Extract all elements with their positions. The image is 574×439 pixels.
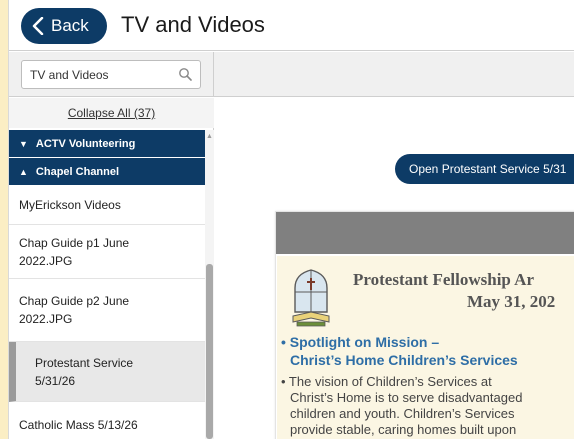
document-heading: • Spotlight on Mission – Christ’s Home C… <box>281 333 518 369</box>
toolbar <box>9 52 574 97</box>
sidebar-item-label-line2: 2022.JPG <box>19 312 73 326</box>
sidebar-item-chap-guide-p1[interactable]: Chap Guide p1 June 2022.JPG <box>9 225 205 279</box>
back-button-label: Back <box>51 16 89 35</box>
sidebar-group-actv-volunteering[interactable]: ▼ ACTV Volunteering <box>9 130 205 157</box>
sidebar-item-label: MyErickson Videos <box>19 198 121 212</box>
document-paragraph: • The vision of Children’s Services at C… <box>281 374 522 438</box>
document-paragraph-line: children and youth. Children’s Services <box>290 406 515 421</box>
sidebar: Collapse All (37) ▼ ACTV Volunteering ▲ … <box>9 98 214 439</box>
caret-up-icon: ▲ <box>19 166 28 177</box>
sidebar-item-catholic-mass[interactable]: Catholic Mass 5/13/26 <box>9 402 205 439</box>
document-paragraph-line: • The vision of Children’s Services at <box>281 374 492 389</box>
sidebar-group-chapel-channel[interactable]: ▲ Chapel Channel <box>9 158 205 185</box>
sidebar-item-label: Protestant Service <box>35 355 134 370</box>
search-icon[interactable] <box>178 67 192 81</box>
search-input[interactable] <box>30 67 170 82</box>
sidebar-item-label: Chap Guide p2 June <box>19 294 130 308</box>
scroll-up-arrow-icon[interactable]: ▲ <box>205 132 214 142</box>
content-pane: Open Protestant Service 5/31 Protestant … <box>215 98 574 439</box>
document-heading-line: • Spotlight on Mission – <box>281 334 440 350</box>
back-button[interactable]: Back <box>21 8 107 44</box>
sidebar-item-label: Chap Guide p1 June <box>19 235 130 250</box>
document-page: Protestant Fellowship Ar May 31, 202 • S… <box>277 256 574 439</box>
document-paragraph-line: provide stable, caring homes built upon <box>290 422 517 437</box>
sidebar-scrollbar-thumb[interactable] <box>206 264 213 439</box>
caret-down-icon: ▼ <box>19 138 28 149</box>
document-date: May 31, 202 <box>467 292 556 311</box>
sidebar-item-chap-guide-p2[interactable]: Chap Guide p2 June 2022.JPG <box>9 279 205 342</box>
sidebar-item-label: Catholic Mass 5/13/26 <box>19 417 138 432</box>
sidebar-item-protestant-service[interactable]: Protestant Service 5/31/26 <box>9 342 205 402</box>
header: Back TV and Videos <box>9 0 574 51</box>
document-preview[interactable]: Protestant Fellowship Ar May 31, 202 • S… <box>275 211 574 439</box>
open-protestant-service-button[interactable]: Open Protestant Service 5/31 <box>395 154 574 184</box>
sidebar-item-label-line2: 2022.JPG <box>19 253 73 268</box>
sidebar-group-label: ACTV Volunteering <box>35 137 136 150</box>
document-title: Protestant Fellowship Ar <box>353 270 535 289</box>
search-box[interactable] <box>21 60 201 89</box>
chevron-left-icon <box>32 17 44 35</box>
chapel-window-icon <box>292 269 330 327</box>
sidebar-group-label: Chapel Channel <box>35 165 120 178</box>
collapse-all-link[interactable]: Collapse All (37) <box>9 98 214 128</box>
app-window: Back TV and Videos Collapse All (37) ▼ A… <box>8 0 574 439</box>
page-title: TV and Videos <box>121 12 265 37</box>
document-paragraph-line: Christ’s Home is to serve disadvantaged <box>290 390 523 405</box>
document-heading-line: Christ’s Home Children’s Services <box>290 352 518 368</box>
sidebar-item-myerickson-videos[interactable]: MyErickson Videos <box>9 186 205 225</box>
document-toolbar <box>276 212 574 254</box>
sidebar-item-label-line2: 5/31/26 <box>35 373 76 388</box>
toolbar-divider <box>213 52 214 97</box>
